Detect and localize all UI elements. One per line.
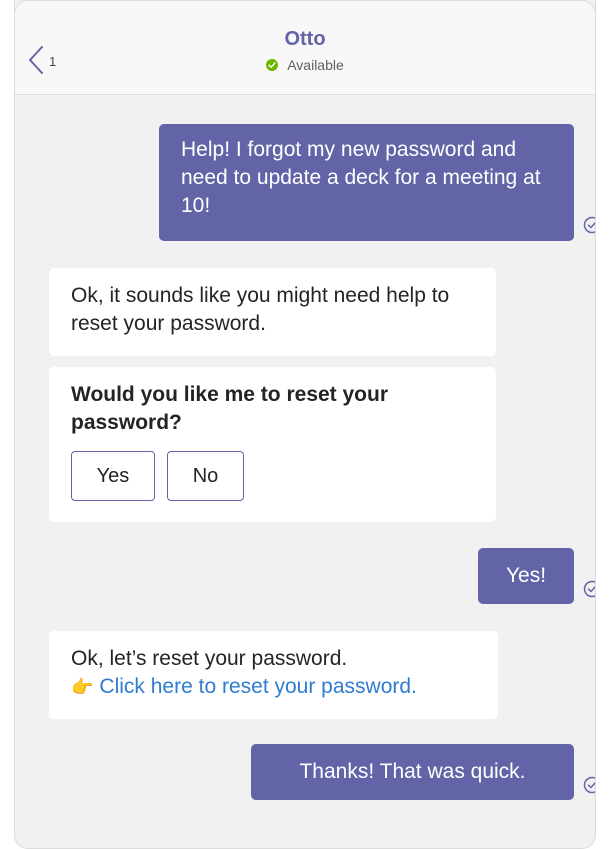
message-text: Ok, it sounds like you might need help t…	[71, 284, 450, 335]
sent-message[interactable]: Help! I forgot my new password and need …	[159, 124, 574, 241]
message-text: Help! I forgot my new password and need …	[181, 138, 541, 217]
sent-message[interactable]: Thanks! That was quick.	[251, 744, 574, 800]
message-text: Yes!	[505, 564, 547, 587]
card-title: Would you like me to reset your password…	[71, 383, 389, 434]
presence-status: Available	[15, 57, 595, 73]
check-circle-outline-icon	[583, 216, 595, 234]
sent-message[interactable]: Yes!	[478, 548, 574, 604]
received-message[interactable]: Ok, it sounds like you might need help t…	[49, 268, 496, 356]
reset-password-link[interactable]: 👉 Click here to reset your password.	[71, 673, 476, 701]
check-circle-outline-icon	[583, 776, 595, 794]
reset-password-card: Would you like me to reset your password…	[49, 367, 496, 522]
chat-header: 1 Otto Available	[15, 0, 595, 95]
message-text: Thanks! That was quick.	[299, 760, 526, 783]
received-message: Ok, let’s reset your password. 👉 Click h…	[49, 631, 498, 719]
chat-window: 1 Otto Available Help! I forgot my new p…	[14, 0, 596, 849]
reset-password-link-label: Click here to reset your password.	[99, 675, 417, 698]
yes-button[interactable]: Yes	[71, 451, 155, 501]
check-circle-outline-icon	[583, 580, 595, 598]
check-circle-icon	[266, 59, 279, 71]
no-button[interactable]: No	[167, 451, 244, 501]
chat-title[interactable]: Otto	[15, 28, 595, 51]
presence-status-label: Available	[287, 57, 344, 73]
pointing-hand-icon: 👉	[71, 677, 94, 697]
message-text: Ok, let’s reset your password.	[71, 647, 348, 670]
